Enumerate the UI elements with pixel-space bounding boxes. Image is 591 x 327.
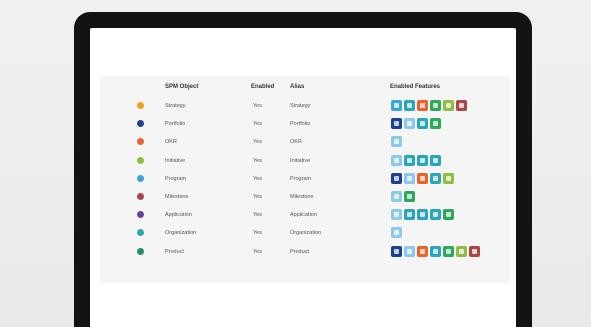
- feature-icon[interactable]: [456, 245, 467, 257]
- enabled-features: [391, 245, 480, 258]
- object-name: Initiative: [165, 157, 186, 164]
- feature-icon[interactable]: [430, 118, 441, 130]
- feature-icon[interactable]: [404, 191, 415, 202]
- enabled-features: [391, 118, 441, 130]
- table-row[interactable]: Program Yes Program: [100, 171, 510, 187]
- feature-icon[interactable]: [391, 100, 402, 111]
- table-row[interactable]: Portfolio Yes Portfolio: [100, 116, 510, 132]
- object-color-dot: [137, 174, 144, 182]
- object-color-dot: [137, 247, 144, 255]
- alias-value: Strategy: [290, 103, 311, 109]
- enabled-value: Yes: [253, 121, 262, 128]
- laptop-screen: SPM Object Enabled Alias Enabled Feature…: [90, 28, 516, 327]
- feature-icon[interactable]: [404, 118, 415, 130]
- feature-icon[interactable]: [430, 100, 441, 111]
- object-name: Milestone: [165, 194, 189, 200]
- enabled-features: [391, 227, 402, 239]
- alias-value: Initiative: [290, 157, 311, 164]
- feature-icon[interactable]: [404, 172, 415, 184]
- feature-icon[interactable]: [404, 209, 415, 221]
- enabled-features: [391, 209, 454, 221]
- feature-icon[interactable]: [443, 245, 454, 257]
- feature-icon[interactable]: [417, 118, 428, 130]
- object-name: Application: [165, 212, 192, 219]
- enabled-features: [391, 191, 415, 203]
- feature-icon[interactable]: [417, 100, 428, 111]
- feature-icon[interactable]: [404, 245, 415, 257]
- enabled-value: Yes: [253, 103, 262, 109]
- enabled-features: [391, 136, 402, 148]
- feature-icon[interactable]: [417, 154, 428, 166]
- enabled-value: Yes: [253, 157, 262, 164]
- enabled-value: Yes: [253, 212, 262, 219]
- feature-icon[interactable]: [469, 245, 480, 257]
- enabled-features: [391, 100, 467, 112]
- spm-object-table: SPM Object Enabled Alias Enabled Feature…: [100, 76, 510, 283]
- object-color-dot: [137, 211, 144, 219]
- feature-icon[interactable]: [391, 154, 402, 166]
- header-enabled: Enabled: [251, 84, 275, 90]
- table-row[interactable]: Application Yes Application: [100, 207, 510, 223]
- object-name: Portfolio: [165, 121, 186, 128]
- header-alias: Alias: [290, 84, 305, 90]
- feature-icon[interactable]: [391, 191, 402, 202]
- table-row[interactable]: Initiative Yes Initiative: [100, 153, 510, 169]
- enabled-value: Yes: [253, 139, 262, 146]
- feature-icon[interactable]: [430, 154, 441, 166]
- table-row[interactable]: OKR Yes OKR: [100, 134, 510, 150]
- object-name: OKR: [165, 139, 177, 146]
- table-row[interactable]: Strategy Yes Strategy: [100, 98, 510, 114]
- object-name: Program: [165, 175, 187, 182]
- enabled-features: [391, 172, 454, 185]
- feature-icon[interactable]: [391, 118, 402, 130]
- feature-icon[interactable]: [430, 245, 441, 257]
- alias-value: OKR: [290, 139, 302, 146]
- table-header: SPM Object Enabled Alias Enabled Feature…: [100, 79, 510, 95]
- alias-value: Product: [290, 248, 309, 255]
- object-color-dot: [137, 156, 144, 164]
- table-row[interactable]: Milestone Yes Milestone: [100, 189, 510, 205]
- feature-icon[interactable]: [443, 100, 454, 111]
- object-color-dot: [137, 102, 144, 109]
- enabled-features: [391, 154, 441, 167]
- feature-icon[interactable]: [391, 209, 402, 221]
- header-spm-object: SPM Object: [165, 84, 199, 90]
- feature-icon[interactable]: [430, 172, 441, 184]
- feature-icon[interactable]: [404, 100, 415, 111]
- laptop-frame: SPM Object Enabled Alias Enabled Feature…: [74, 12, 532, 327]
- feature-icon[interactable]: [391, 227, 402, 239]
- alias-value: Milestone: [290, 194, 314, 200]
- enabled-value: Yes: [253, 230, 262, 237]
- feature-icon[interactable]: [404, 154, 415, 166]
- alias-value: Portfolio: [290, 121, 311, 128]
- feature-icon[interactable]: [417, 172, 428, 184]
- feature-icon[interactable]: [430, 209, 441, 221]
- object-color-dot: [137, 229, 144, 237]
- header-enabled-features: Enabled Features: [390, 84, 441, 90]
- enabled-value: Yes: [253, 175, 262, 182]
- object-name: Product: [165, 248, 184, 255]
- enabled-value: Yes: [253, 248, 262, 255]
- object-color-dot: [137, 120, 144, 128]
- object-color-dot: [137, 138, 144, 146]
- feature-icon[interactable]: [417, 209, 428, 221]
- feature-icon[interactable]: [443, 172, 454, 184]
- object-color-dot: [137, 193, 144, 200]
- feature-icon[interactable]: [391, 245, 402, 257]
- feature-icon[interactable]: [456, 100, 467, 111]
- object-name: Organization: [165, 230, 197, 237]
- feature-icon[interactable]: [443, 209, 454, 221]
- feature-icon[interactable]: [417, 245, 428, 257]
- table-row[interactable]: Organization Yes Organization: [100, 225, 510, 241]
- table-row[interactable]: Product Yes Product: [100, 244, 510, 260]
- enabled-value: Yes: [253, 194, 262, 200]
- alias-value: Program: [290, 175, 312, 182]
- alias-value: Organization: [290, 230, 322, 237]
- feature-icon[interactable]: [391, 136, 402, 148]
- object-name: Strategy: [165, 103, 186, 109]
- alias-value: Application: [290, 212, 317, 219]
- feature-icon[interactable]: [391, 172, 402, 184]
